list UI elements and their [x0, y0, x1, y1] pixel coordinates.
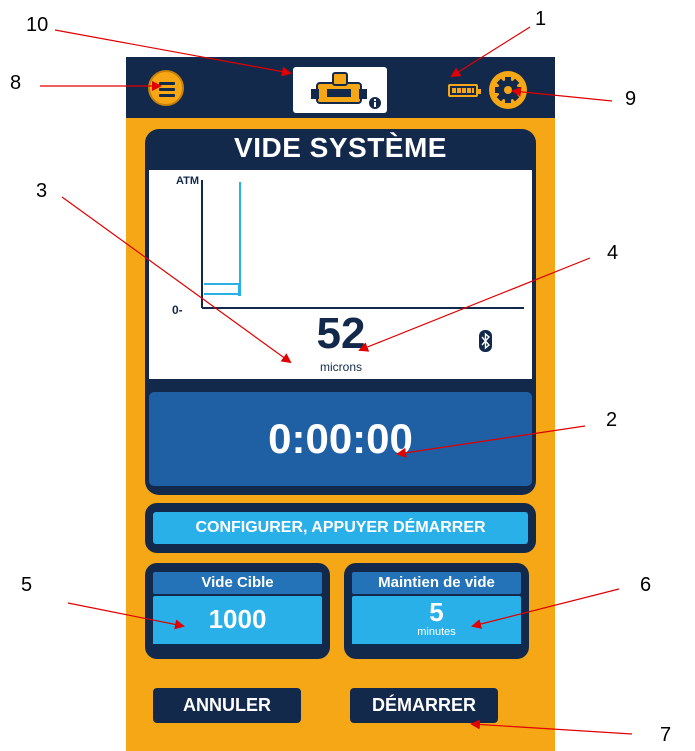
callout-2: 2: [606, 409, 618, 431]
arrow-9: [511, 86, 613, 102]
callout-1: 1: [535, 8, 547, 30]
callout-3: 3: [36, 180, 48, 202]
callout-9: 9: [625, 88, 637, 110]
arrow-2: [396, 425, 586, 458]
callout-arrows: [40, 26, 633, 735]
arrow-4: [358, 257, 591, 352]
arrow-3: [61, 196, 292, 364]
arrow-5: [67, 602, 185, 630]
arrow-7: [470, 719, 633, 735]
arrow-6: [471, 588, 620, 629]
callout-8: 8: [10, 72, 22, 94]
callout-7: 7: [660, 724, 672, 746]
arrow-1: [450, 26, 531, 78]
callout-5: 5: [21, 574, 33, 596]
callout-6: 6: [640, 574, 652, 596]
callout-10: 10: [26, 14, 49, 36]
callout-4: 4: [607, 242, 619, 264]
arrow-10: [54, 29, 292, 77]
